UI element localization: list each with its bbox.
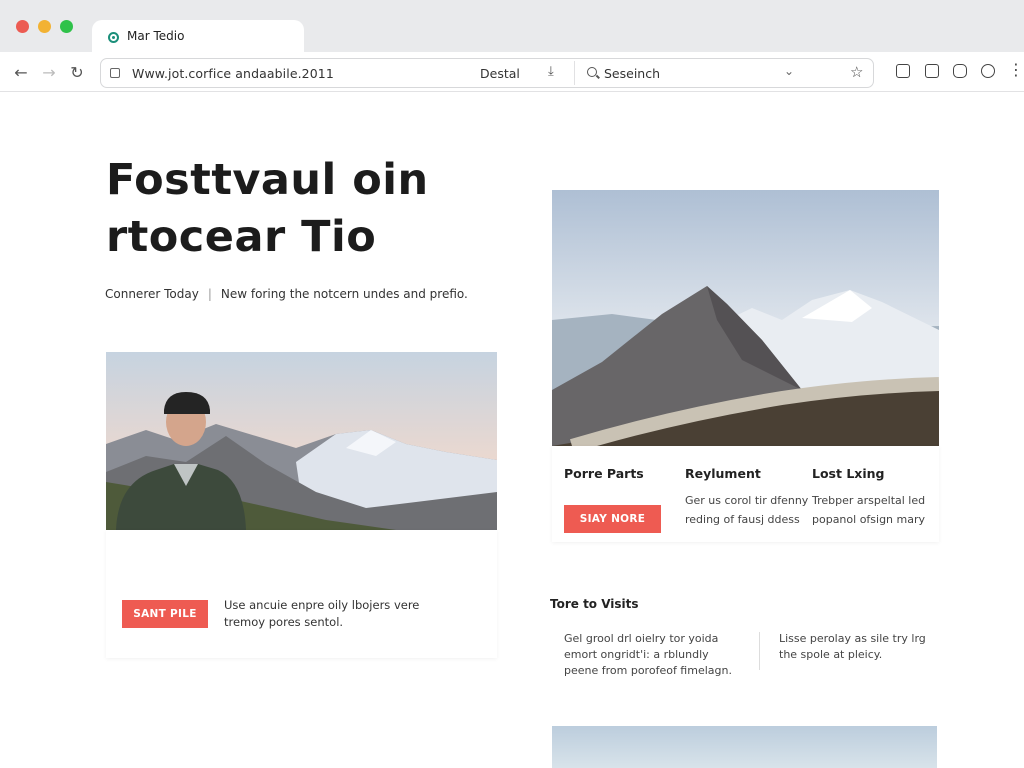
url-text[interactable]: Www.jot.corfice andaabile.2011 (132, 66, 334, 81)
star-icon[interactable]: ☆ (850, 63, 863, 81)
forward-icon[interactable]: → (38, 61, 60, 83)
feature-title: Porre Parts (564, 466, 644, 481)
back-icon[interactable]: ← (10, 61, 32, 83)
feature-description: Trebper arspeltal led popanol ofsign mar… (812, 494, 926, 526)
extension-icon[interactable] (981, 64, 995, 78)
feature-title: Lost Lxing (812, 466, 885, 481)
subtitle-left[interactable]: Connerer Today (105, 287, 199, 301)
minimize-window-button[interactable] (38, 20, 51, 33)
mountain-photo (552, 190, 939, 446)
page-title-line: rtocear Tio (106, 212, 377, 262)
subtitle-right: New foring the notcern undes and prefio. (220, 287, 468, 301)
download-icon[interactable]: ⤓ (548, 64, 554, 79)
omnibox-divider (574, 61, 575, 85)
tab-title: Mar Tedio (127, 29, 185, 43)
menu-icon[interactable]: ⋮ (1008, 60, 1024, 79)
bottom-photo (552, 726, 937, 768)
start-button[interactable]: SANT PILE (122, 600, 208, 628)
address-bar[interactable]: Www.jot.corfice andaabile.2011 Destal ⤓ … (100, 58, 874, 88)
visit-text: Gel grool drl oielry tor yoida emort ong… (564, 632, 732, 677)
divider (759, 632, 760, 670)
stay-more-button[interactable]: SIAY NORE (564, 505, 661, 533)
browser-tab[interactable]: Mar Tedio (92, 20, 304, 53)
visit-text: Lisse perolay as sile try lrg the spole … (779, 632, 926, 661)
extension-icon[interactable] (896, 64, 910, 78)
feature-title: Reylument (685, 466, 761, 481)
page-title: Fosttvaul oin rtocear Tio (106, 152, 429, 266)
page-subtitle: Connerer Today | New foring the notcern un… (105, 287, 468, 301)
close-window-button[interactable] (16, 20, 29, 33)
browser-toolbar: ← → ↻ Www.jot.corfice andaabile.2011 Des… (0, 52, 1024, 92)
feature-description: Ger us corol tir dfenny reding of fausj … (685, 494, 809, 526)
page-title-line: Fosttvaul oin (106, 155, 429, 205)
search-input[interactable]: Seseinch (604, 66, 660, 81)
chevron-down-icon[interactable]: ⌄ (784, 64, 794, 78)
search-icon (587, 67, 597, 77)
extension-icon[interactable] (925, 64, 939, 78)
cta-description: Use ancuie enpre oily lbojers vere tremo… (224, 598, 420, 629)
browser-chrome: Mar Tedio ← → ↻ Www.jot.corfice andaabil… (0, 0, 1024, 92)
extension-icon[interactable] (953, 64, 967, 78)
favicon-icon (108, 32, 119, 43)
maximize-window-button[interactable] (60, 20, 73, 33)
section-heading: Tore to Visits (550, 597, 639, 611)
lock-icon (110, 68, 120, 78)
portrait-photo (106, 352, 497, 530)
cta-card (106, 530, 497, 658)
url-suggestion[interactable]: Destal (480, 66, 520, 81)
subtitle-separator: | (207, 287, 212, 301)
reload-icon[interactable]: ↻ (66, 61, 88, 83)
